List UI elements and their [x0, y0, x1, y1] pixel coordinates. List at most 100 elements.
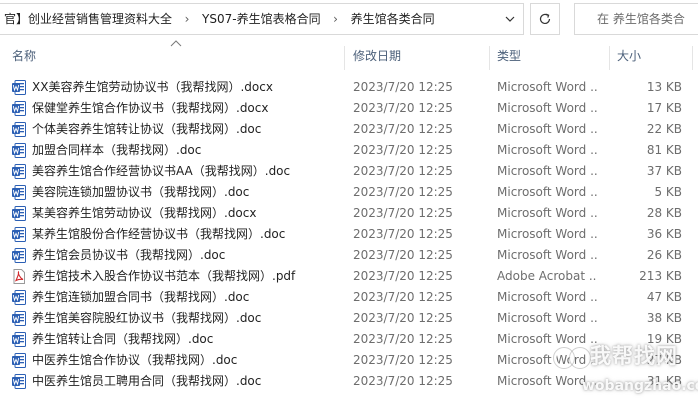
word-doc-icon — [12, 311, 26, 326]
file-name: 保健堂养生馆合作协议书（我帮找网）.docx — [32, 101, 269, 115]
column-header-type[interactable]: 类型 — [497, 40, 521, 73]
file-name: 养生馆转让合同（我帮找网）.doc — [32, 332, 214, 346]
file-row[interactable]: 美容院连锁加盟协议书（我帮找网）.doc 2023/7/20 12:25 Mic… — [0, 182, 698, 203]
toolbar: 官】创业经营销售管理资料大全 › YS07-养生馆表格合同 › 养生馆各类合同 — [0, 0, 698, 40]
file-size: 38 KB — [646, 311, 682, 325]
word-doc-icon — [12, 80, 26, 95]
file-name: 中医养生馆员工聘用合同（我帮找网）.doc — [32, 374, 262, 388]
file-size: 36 KB — [646, 227, 682, 241]
file-name: 中医养生馆合作协议（我帮找网）.doc — [32, 353, 238, 367]
file-date: 2023/7/20 12:25 — [353, 290, 453, 304]
file-name: 美容院连锁加盟协议书（我帮找网）.doc — [32, 185, 250, 199]
file-name: 加盟合同样本（我帮找网）.doc — [32, 143, 202, 157]
refresh-button[interactable] — [530, 3, 560, 35]
breadcrumb-item[interactable]: 养生馆各类合同 — [347, 4, 439, 34]
file-date: 2023/7/20 12:25 — [353, 311, 453, 325]
file-type: Microsoft Word ... — [497, 80, 597, 94]
word-doc-icon — [12, 185, 26, 200]
file-row[interactable]: 养生馆转让合同（我帮找网）.doc 2023/7/20 12:25 Micros… — [0, 329, 698, 350]
word-doc-icon — [12, 206, 26, 221]
breadcrumb-item[interactable]: 官】创业经营销售管理资料大全 — [0, 4, 176, 34]
column-divider[interactable] — [692, 46, 693, 70]
column-divider[interactable] — [344, 46, 345, 70]
file-type: Microsoft Word ... — [497, 122, 597, 136]
file-date: 2023/7/20 12:25 — [353, 80, 453, 94]
file-size: 31 KB — [646, 374, 682, 388]
word-doc-icon — [12, 143, 26, 158]
file-size: 47 KB — [646, 290, 682, 304]
file-type: Microsoft Word ... — [497, 164, 597, 178]
file-list: XX美容养生馆劳动协议书（我帮找网）.docx 2023/7/20 12:25 … — [0, 77, 698, 392]
file-row[interactable]: 养生馆会员协议书（我帮找网）.doc 2023/7/20 12:25 Micro… — [0, 245, 698, 266]
file-name: 某美容养生馆劳动协议（我帮找网）.docx — [32, 206, 257, 220]
file-row[interactable]: 保健堂养生馆合作协议书（我帮找网）.docx 2023/7/20 12:25 M… — [0, 98, 698, 119]
chevron-right-icon[interactable]: › — [325, 4, 347, 34]
file-row[interactable]: 某美容养生馆劳动协议（我帮找网）.docx 2023/7/20 12:25 Mi… — [0, 203, 698, 224]
file-row[interactable]: 养生馆连锁加盟合同书（我帮找网）.doc 2023/7/20 12:25 Mic… — [0, 287, 698, 308]
file-size: 213 KB — [639, 269, 682, 283]
word-doc-icon — [12, 101, 26, 116]
file-size: 37 KB — [646, 164, 682, 178]
file-name: 个体美容养生馆转让协议（我帮找网）.doc — [32, 122, 262, 136]
search-box[interactable] — [574, 3, 698, 35]
file-row[interactable]: 养生馆技术入股合作协议书范本（我帮找网）.pdf 2023/7/20 12:25… — [0, 266, 698, 287]
word-doc-icon — [12, 164, 26, 179]
column-divider[interactable] — [489, 46, 490, 70]
word-doc-icon — [12, 290, 26, 305]
file-size: 13 KB — [646, 80, 682, 94]
file-row[interactable]: 中医养生馆员工聘用合同（我帮找网）.doc 2023/7/20 12:25 Mi… — [0, 371, 698, 392]
breadcrumb-item[interactable]: YS07-养生馆表格合同 — [198, 4, 325, 34]
file-date: 2023/7/20 12:25 — [353, 374, 453, 388]
address-history-button[interactable] — [496, 3, 524, 35]
chevron-down-icon — [505, 16, 515, 22]
word-doc-icon — [12, 122, 26, 137]
file-date: 2023/7/20 12:25 — [353, 164, 453, 178]
column-header-name[interactable]: 名称 — [12, 40, 36, 73]
file-row[interactable]: 加盟合同样本（我帮找网）.doc 2023/7/20 12:25 Microso… — [0, 140, 698, 161]
word-doc-icon — [12, 248, 26, 263]
file-type: Microsoft Word ... — [497, 332, 597, 346]
file-size: 19 KB — [646, 332, 682, 346]
file-type: Microsoft Word ... — [497, 206, 597, 220]
column-header-row: 名称 修改日期 类型 大小 — [0, 40, 698, 73]
word-doc-icon — [12, 332, 26, 347]
file-size: 27 KB — [646, 353, 682, 367]
file-name: 某养生馆股份合作经营协议书（我帮找网）.doc — [32, 227, 286, 241]
file-date: 2023/7/20 12:25 — [353, 269, 453, 283]
file-row[interactable]: 某养生馆股份合作经营协议书（我帮找网）.doc 2023/7/20 12:25 … — [0, 224, 698, 245]
file-size: 81 KB — [646, 143, 682, 157]
column-divider[interactable] — [609, 46, 610, 70]
file-size: 26 KB — [646, 248, 682, 262]
file-name: 养生馆会员协议书（我帮找网）.doc — [32, 248, 226, 262]
column-header-size[interactable]: 大小 — [617, 40, 641, 73]
column-header-date[interactable]: 修改日期 — [353, 40, 401, 73]
address-bar[interactable]: 官】创业经营销售管理资料大全 › YS07-养生馆表格合同 › 养生馆各类合同 — [0, 3, 524, 35]
chevron-right-icon[interactable]: › — [176, 4, 198, 34]
file-row[interactable]: 中医养生馆合作协议（我帮找网）.doc 2023/7/20 12:25 Micr… — [0, 350, 698, 371]
sort-ascending-icon — [170, 40, 182, 47]
file-type: Adobe Acrobat ... — [497, 269, 597, 283]
file-date: 2023/7/20 12:25 — [353, 101, 453, 115]
file-name: 养生馆连锁加盟合同书（我帮找网）.doc — [32, 290, 250, 304]
file-name: XX美容养生馆劳动协议书（我帮找网）.docx — [32, 80, 273, 94]
pdf-icon — [12, 269, 26, 284]
file-date: 2023/7/20 12:25 — [353, 227, 453, 241]
search-input[interactable] — [595, 11, 698, 27]
file-row[interactable]: 养生馆美容院股红协议书（我帮找网）.doc 2023/7/20 12:25 Mi… — [0, 308, 698, 329]
file-row[interactable]: 美容养生馆合作经营协议书AA（我帮找网）.doc 2023/7/20 12:25… — [0, 161, 698, 182]
file-type: Microsoft Word ... — [497, 143, 597, 157]
file-type: Microsoft Word ... — [497, 374, 597, 388]
file-name: 美容养生馆合作经营协议书AA（我帮找网）.doc — [32, 164, 291, 178]
refresh-icon — [539, 13, 551, 25]
file-date: 2023/7/20 12:25 — [353, 122, 453, 136]
file-type: Microsoft Word ... — [497, 311, 597, 325]
word-doc-icon — [12, 353, 26, 368]
file-row[interactable]: XX美容养生馆劳动协议书（我帮找网）.docx 2023/7/20 12:25 … — [0, 77, 698, 98]
file-row[interactable]: 个体美容养生馆转让协议（我帮找网）.doc 2023/7/20 12:25 Mi… — [0, 119, 698, 140]
file-type: Microsoft Word ... — [497, 290, 597, 304]
file-date: 2023/7/20 12:25 — [353, 353, 453, 367]
file-size: 17 KB — [646, 101, 682, 115]
word-doc-icon — [12, 227, 26, 242]
file-name: 养生馆技术入股合作协议书范本（我帮找网）.pdf — [32, 269, 296, 283]
file-size: 5 KB — [654, 185, 682, 199]
